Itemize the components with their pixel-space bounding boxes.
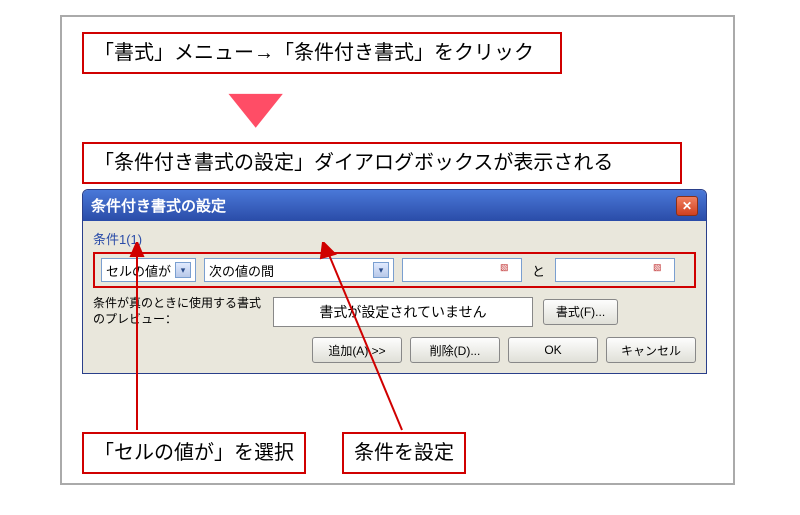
arrow-down-icon: ▼: [210, 79, 302, 137]
cancel-button-label: キャンセル: [621, 342, 681, 359]
pointer-arrow-2: [317, 242, 417, 437]
callout-step2: 「条件付き書式の設定」ダイアログボックスが表示される: [82, 142, 682, 184]
callout-set-condition-text: 条件を設定: [354, 442, 454, 464]
condition-operator-value: 次の値の間: [209, 261, 274, 280]
close-icon: ✕: [682, 199, 692, 213]
value1-input[interactable]: ▧: [402, 258, 522, 282]
callout-select-value-text: 「セルの値が」を選択: [94, 442, 294, 464]
callout-step2-text: 「条件付き書式の設定」ダイアログボックスが表示される: [94, 152, 613, 174]
remove-button-label: 削除(D)...: [430, 342, 481, 359]
format-button-label: 書式(F)...: [556, 303, 605, 320]
instruction-frame: 「書式」メニュー→「条件付き書式」をクリック ▼ 「条件付き書式の設定」ダイアロ…: [60, 15, 735, 485]
ok-button[interactable]: OK: [508, 337, 598, 363]
range-picker-icon[interactable]: ▧: [500, 262, 518, 278]
cancel-button[interactable]: キャンセル: [606, 337, 696, 363]
callout-select-value: 「セルの値が」を選択: [82, 432, 306, 474]
chevron-down-icon: ▾: [175, 262, 191, 278]
range-picker-icon[interactable]: ▧: [653, 262, 671, 278]
callout-step1: 「書式」メニュー→「条件付き書式」をクリック: [82, 32, 562, 74]
callout-step1-text: 「書式」メニュー→「条件付き書式」をクリック: [94, 42, 534, 64]
callout-set-condition: 条件を設定: [342, 432, 466, 474]
remove-button[interactable]: 削除(D)...: [410, 337, 500, 363]
ok-button-label: OK: [544, 343, 561, 357]
pointer-arrow-1: [117, 242, 177, 437]
format-button[interactable]: 書式(F)...: [543, 299, 618, 325]
close-button[interactable]: ✕: [676, 196, 698, 216]
dialog-titlebar: 条件付き書式の設定 ✕: [83, 190, 706, 221]
dialog-title: 条件付き書式の設定: [91, 195, 226, 216]
between-word: と: [530, 261, 547, 280]
value2-input[interactable]: ▧: [555, 258, 675, 282]
